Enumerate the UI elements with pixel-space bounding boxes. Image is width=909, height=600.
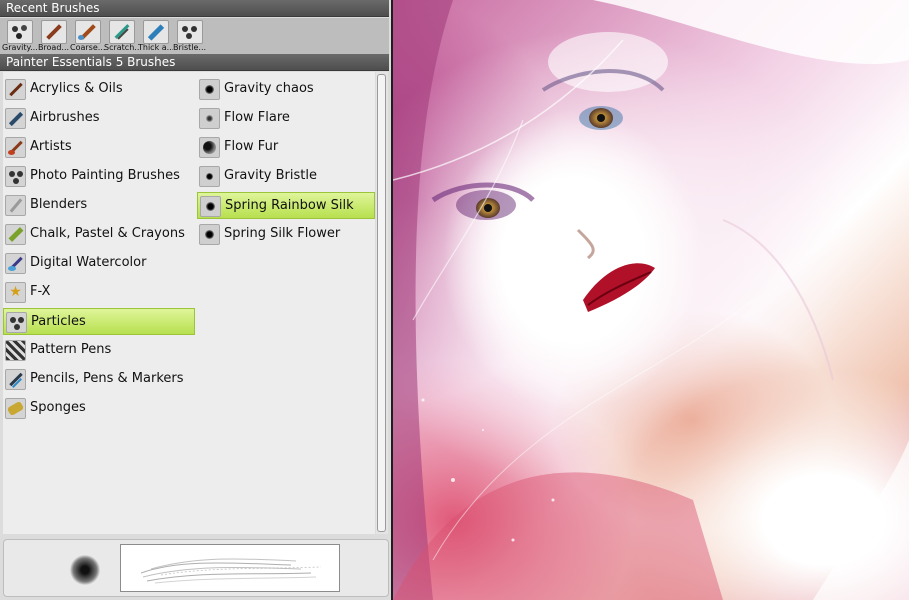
brush-library-header: Painter Essentials 5 Brushes bbox=[0, 54, 389, 71]
category-label: Digital Watercolor bbox=[30, 255, 147, 270]
thick-brush-icon bbox=[143, 20, 169, 44]
recent-brush-label: Coarse... bbox=[70, 43, 105, 52]
category-airbrushes[interactable]: Airbrushes bbox=[3, 105, 195, 132]
brush-dab-icon bbox=[199, 108, 220, 129]
coarse-brush-icon bbox=[75, 20, 101, 44]
recent-brush-label: Gravity... bbox=[2, 43, 37, 52]
category-acrylics-oils[interactable]: Acrylics & Oils bbox=[3, 76, 195, 103]
category-label: F-X bbox=[30, 284, 51, 299]
brush-panel: Recent Brushes Gravity... Broad... Coars… bbox=[0, 0, 391, 600]
variant-label: Flow Fur bbox=[224, 139, 279, 154]
variant-spring-silk-flower[interactable]: Spring Silk Flower bbox=[197, 221, 375, 248]
category-pattern-pens[interactable]: Pattern Pens bbox=[3, 337, 195, 364]
variant-label: Gravity chaos bbox=[224, 81, 314, 96]
pencils-icon bbox=[5, 369, 26, 390]
category-label: Pencils, Pens & Markers bbox=[30, 371, 184, 386]
sponge-icon bbox=[5, 398, 26, 419]
brush-dab-preview bbox=[70, 555, 100, 585]
recent-brush-label: Bristle... bbox=[172, 43, 207, 52]
category-label: Blenders bbox=[30, 197, 88, 212]
brush-preview bbox=[3, 539, 389, 597]
category-label: Airbrushes bbox=[30, 110, 100, 125]
broad-brush-icon bbox=[41, 20, 67, 44]
variant-gravity-chaos[interactable]: Gravity chaos bbox=[197, 76, 375, 103]
category-digital-watercolor[interactable]: Digital Watercolor bbox=[3, 250, 195, 277]
category-label: Particles bbox=[31, 314, 86, 329]
recent-brush-label: Scratch... bbox=[104, 43, 139, 52]
brush-dab-icon bbox=[199, 79, 220, 100]
chalk-icon bbox=[5, 224, 26, 245]
category-label: Artists bbox=[30, 139, 72, 154]
blenders-icon bbox=[5, 195, 26, 216]
brush-dab-icon bbox=[200, 196, 221, 217]
variant-label: Spring Rainbow Silk bbox=[225, 198, 354, 213]
airbrush-icon bbox=[5, 108, 26, 129]
variant-gravity-bristle[interactable]: Gravity Bristle bbox=[197, 163, 375, 190]
scratch-brush-icon bbox=[109, 20, 135, 44]
particles-icon bbox=[7, 20, 33, 44]
recent-brush-2[interactable]: Broad... bbox=[36, 19, 69, 53]
category-sponges[interactable]: Sponges bbox=[3, 395, 195, 422]
particles-icon bbox=[6, 312, 27, 333]
brush-dab-icon bbox=[199, 137, 220, 158]
category-fx[interactable]: ★ F-X bbox=[3, 279, 195, 306]
category-blenders[interactable]: Blenders bbox=[3, 192, 195, 219]
variant-label: Spring Silk Flower bbox=[224, 226, 341, 241]
recent-brush-1[interactable]: Gravity... bbox=[2, 19, 37, 53]
category-artists[interactable]: Artists bbox=[3, 134, 195, 161]
watercolor-icon bbox=[5, 253, 26, 274]
recent-brush-5[interactable]: Thick a... bbox=[138, 19, 173, 53]
recent-brush-4[interactable]: Scratch... bbox=[104, 19, 139, 53]
category-particles[interactable]: Particles bbox=[3, 308, 195, 335]
variant-flow-flare[interactable]: Flow Flare bbox=[197, 105, 375, 132]
stroke-preview-graphic bbox=[140, 558, 322, 584]
brush-dab-icon bbox=[199, 224, 220, 245]
painting-canvas[interactable] bbox=[393, 0, 909, 600]
artists-icon bbox=[5, 137, 26, 158]
fx-star-icon: ★ bbox=[5, 282, 26, 303]
recent-brush-6[interactable]: Bristle... bbox=[172, 19, 207, 53]
category-chalk-pastel-crayons[interactable]: Chalk, Pastel & Crayons bbox=[3, 221, 195, 248]
portrait-artwork bbox=[393, 0, 909, 600]
bristle-brush-icon bbox=[177, 20, 203, 44]
variant-label: Flow Flare bbox=[224, 110, 290, 125]
variant-spring-rainbow-silk[interactable]: Spring Rainbow Silk bbox=[197, 192, 375, 219]
variant-flow-fur[interactable]: Flow Fur bbox=[197, 134, 375, 161]
category-label: Sponges bbox=[30, 400, 86, 415]
category-photo-painting[interactable]: Photo Painting Brushes bbox=[3, 163, 195, 190]
recent-brushes-strip: Gravity... Broad... Coarse... Scratch... bbox=[0, 18, 389, 54]
category-label: Photo Painting Brushes bbox=[30, 168, 180, 183]
recent-brush-3[interactable]: Coarse... bbox=[70, 19, 105, 53]
photo-painting-icon bbox=[5, 166, 26, 187]
recent-brush-label: Broad... bbox=[37, 43, 70, 52]
brush-stroke-preview bbox=[120, 544, 340, 592]
variant-label: Gravity Bristle bbox=[224, 168, 317, 183]
brush-list-scrollbar[interactable] bbox=[376, 72, 388, 534]
recent-brushes-header: Recent Brushes bbox=[0, 0, 389, 17]
category-pencils-pens-markers[interactable]: Pencils, Pens & Markers bbox=[3, 366, 195, 393]
brush-dab-icon bbox=[199, 166, 220, 187]
scrollbar-thumb[interactable] bbox=[377, 74, 386, 532]
recent-brush-label: Thick a... bbox=[138, 43, 173, 52]
pattern-pens-icon bbox=[5, 340, 26, 361]
category-label: Chalk, Pastel & Crayons bbox=[30, 226, 185, 241]
acrylics-icon bbox=[5, 79, 26, 100]
category-label: Acrylics & Oils bbox=[30, 81, 123, 96]
category-label: Pattern Pens bbox=[30, 342, 112, 357]
